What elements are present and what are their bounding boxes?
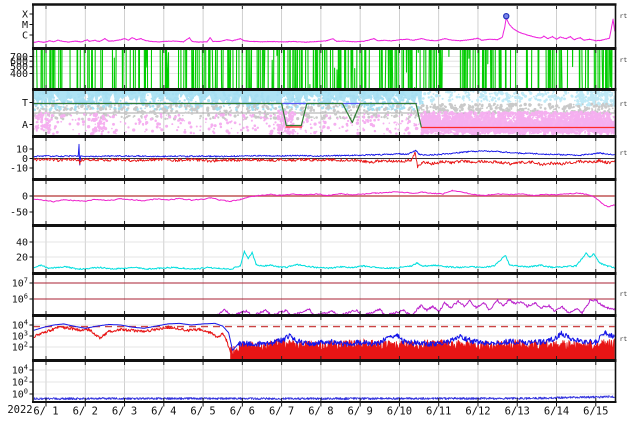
space-weather-chart: X M Crt 700 600 500 400 rt T Art 10 0 -10 rt 0 -50 40 20 1… bbox=[0, 0, 634, 424]
date-label: 6/ 4 bbox=[151, 406, 176, 418]
date-label: 6/12 bbox=[465, 406, 490, 418]
realtime-flag-wind-speed: rt bbox=[620, 56, 628, 64]
tick-label: -50 bbox=[10, 208, 28, 219]
realtime-flag-proton: rt bbox=[620, 335, 628, 343]
date-label: 6/ 2 bbox=[73, 406, 98, 418]
tick-label: C bbox=[22, 31, 28, 42]
realtime-flag-electron: rt bbox=[620, 290, 628, 298]
date-label: 6/11 bbox=[426, 406, 451, 418]
tick-label: 20 bbox=[16, 253, 28, 264]
date-label: 6/ 6 bbox=[230, 406, 255, 418]
realtime-flag-bz: rt bbox=[620, 149, 628, 157]
flare-peak-marker bbox=[503, 12, 510, 20]
date-label: 6/14 bbox=[544, 406, 569, 418]
date-label: 6/ 9 bbox=[348, 406, 373, 418]
year-label: 2022 bbox=[7, 404, 33, 416]
tick-label: X bbox=[22, 10, 28, 21]
date-label: 6/ 1 bbox=[33, 406, 58, 418]
tick-label: -10 bbox=[10, 164, 28, 175]
date-label: 6/10 bbox=[387, 406, 412, 418]
tick-label: M bbox=[22, 20, 28, 31]
date-label: 6/ 8 bbox=[308, 406, 333, 418]
tick-label: A bbox=[22, 120, 28, 131]
realtime-flag-t-a: rt bbox=[620, 100, 628, 108]
date-label: 6/13 bbox=[505, 406, 530, 418]
plot-svg: XMCrt700600500400rtTArt100-10rt0-5040201… bbox=[0, 0, 634, 424]
date-label: 6/ 5 bbox=[190, 406, 215, 418]
tick-label: T bbox=[22, 98, 28, 109]
tick-label: 0 bbox=[22, 192, 28, 203]
realtime-flag-xray: rt bbox=[620, 12, 628, 20]
tick-label: 400 bbox=[10, 69, 28, 80]
x-axis: 6/ 1 6/ 2 6/ 3 6/ 4 6/ 5 6/ 6 6/ 7 6/ 8 6/ 9 6/10… bbox=[33, 402, 608, 418]
tick-label: 40 bbox=[16, 238, 28, 249]
date-label: 6/ 3 bbox=[112, 406, 137, 418]
date-label: 6/15 bbox=[583, 406, 608, 418]
date-label: 6/ 7 bbox=[269, 406, 294, 418]
